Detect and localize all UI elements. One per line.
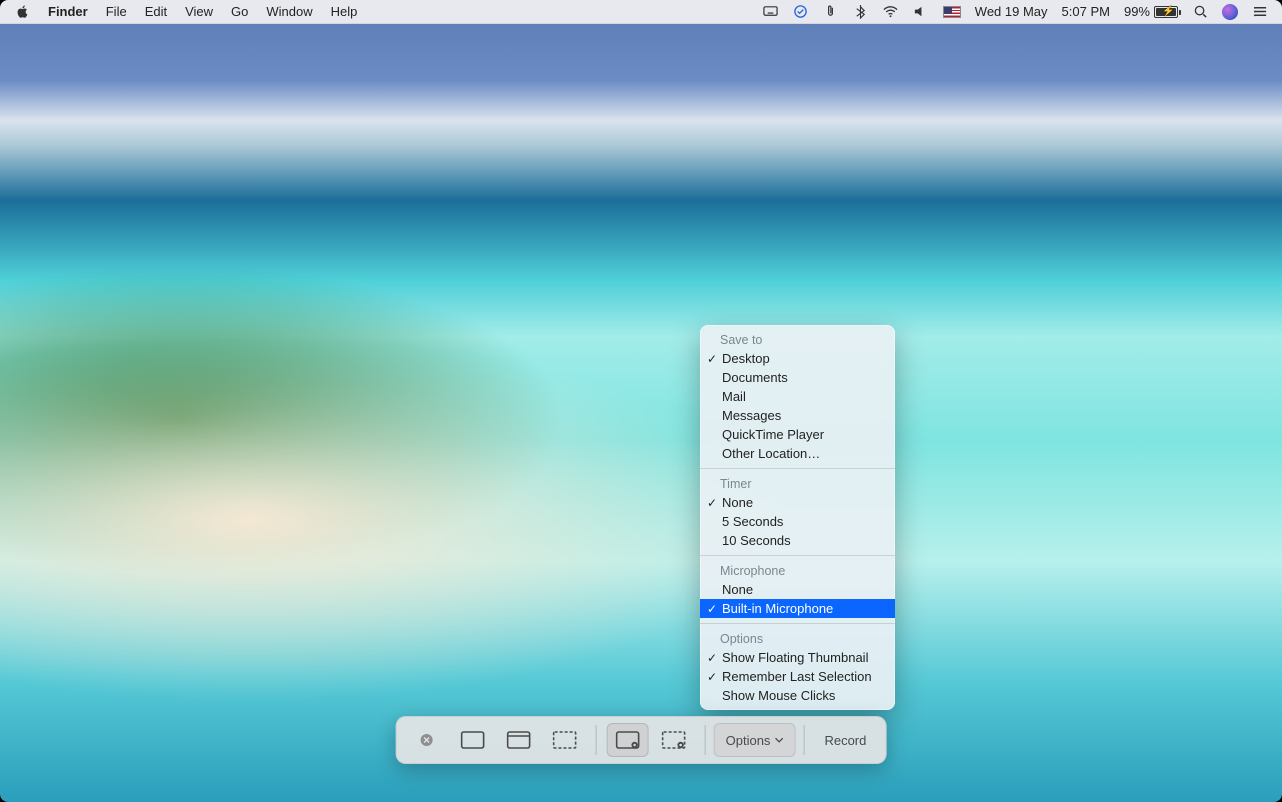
menu-item[interactable]: 10 Seconds — [700, 531, 895, 550]
menu-section-label: Timer — [700, 474, 895, 493]
options-button-label: Options — [726, 733, 771, 748]
app-name[interactable]: Finder — [48, 4, 88, 19]
menu-item[interactable]: ✓ Show Floating Thumbnail — [700, 648, 895, 667]
menu-item[interactable]: ✓ Remember Last Selection — [700, 667, 895, 686]
wifi-icon[interactable] — [883, 4, 899, 20]
menu-item[interactable]: QuickTime Player — [700, 425, 895, 444]
menu-item-label: Show Mouse Clicks — [722, 688, 835, 703]
record-selection-button[interactable] — [653, 723, 695, 757]
menu-file[interactable]: File — [106, 4, 127, 19]
menu-view[interactable]: View — [185, 4, 213, 19]
battery-status[interactable]: 99% ⚡ — [1124, 4, 1178, 19]
menu-item[interactable]: Documents — [700, 368, 895, 387]
menubar-date[interactable]: Wed 19 May — [975, 4, 1048, 19]
menu-item[interactable]: ✓ Desktop — [700, 349, 895, 368]
menu-item-label: None — [722, 495, 753, 510]
menu-section-label: Save to — [700, 330, 895, 349]
checkmark-icon: ✓ — [707, 670, 717, 684]
menu-item-label: Desktop — [722, 351, 770, 366]
menu-item-label: Built-in Microphone — [722, 601, 833, 616]
siri-icon[interactable] — [1222, 4, 1238, 20]
menu-item-label: 10 Seconds — [722, 533, 791, 548]
attachment-icon[interactable] — [823, 4, 839, 20]
capture-selection-button[interactable] — [544, 723, 586, 757]
checkmark-icon: ✓ — [707, 352, 717, 366]
notification-center-icon[interactable] — [1252, 4, 1268, 20]
menu-section-label: Microphone — [700, 561, 895, 580]
menu-item[interactable]: 5 Seconds — [700, 512, 895, 531]
menu-item-label: QuickTime Player — [722, 427, 824, 442]
menu-edit[interactable]: Edit — [145, 4, 167, 19]
menu-item-label: None — [722, 582, 753, 597]
menu-item[interactable]: Mail — [700, 387, 895, 406]
menubar: Finder File Edit View Go Window Help Wed… — [0, 0, 1282, 24]
battery-percent: 99% — [1124, 4, 1150, 19]
menu-item-label: Other Location… — [722, 446, 820, 461]
spotlight-icon[interactable] — [1192, 4, 1208, 20]
menu-item[interactable]: ✓ Built-in Microphone — [700, 599, 895, 618]
menu-divider — [700, 623, 895, 624]
sync-icon[interactable] — [793, 4, 809, 20]
battery-icon: ⚡ — [1154, 6, 1178, 18]
menu-item[interactable]: Show Mouse Clicks — [700, 686, 895, 705]
menu-go[interactable]: Go — [231, 4, 248, 19]
menu-item-label: Remember Last Selection — [722, 669, 872, 684]
menu-item-label: Show Floating Thumbnail — [722, 650, 868, 665]
menu-item[interactable]: Messages — [700, 406, 895, 425]
checkmark-icon: ✓ — [707, 602, 717, 616]
menu-item[interactable]: Other Location… — [700, 444, 895, 463]
capture-window-button[interactable] — [498, 723, 540, 757]
record-button-label: Record — [824, 733, 866, 748]
checkmark-icon: ✓ — [707, 496, 717, 510]
toolbar-separator — [705, 725, 706, 755]
menu-item-label: Messages — [722, 408, 781, 423]
menubar-time[interactable]: 5:07 PM — [1062, 4, 1110, 19]
input-source-flag-icon[interactable] — [943, 6, 961, 18]
apple-logo-icon[interactable] — [14, 4, 30, 20]
options-menu: Save to ✓ Desktop Documents Mail Messages Quic… — [700, 325, 895, 710]
keyboard-brightness-icon[interactable] — [763, 4, 779, 20]
menu-item[interactable]: ✓ None — [700, 493, 895, 512]
bluetooth-icon[interactable] — [853, 4, 869, 20]
menu-item-label: Mail — [722, 389, 746, 404]
menu-window[interactable]: Window — [266, 4, 312, 19]
capture-entire-screen-button[interactable] — [452, 723, 494, 757]
menu-help[interactable]: Help — [331, 4, 358, 19]
options-button[interactable]: Options — [714, 723, 796, 757]
record-button[interactable]: Record — [812, 723, 878, 757]
menu-item-label: 5 Seconds — [722, 514, 783, 529]
desktop: Finder File Edit View Go Window Help Wed… — [0, 0, 1282, 802]
menu-divider — [700, 555, 895, 556]
menu-divider — [700, 468, 895, 469]
toolbar-separator — [803, 725, 804, 755]
checkmark-icon: ✓ — [707, 651, 717, 665]
volume-icon[interactable] — [913, 4, 929, 20]
menu-section-label: Options — [700, 629, 895, 648]
toolbar-separator — [596, 725, 597, 755]
menu-item-label: Documents — [722, 370, 788, 385]
close-button[interactable] — [406, 723, 448, 757]
screenshot-toolbar: Options Record — [396, 716, 887, 764]
record-entire-screen-button[interactable] — [607, 723, 649, 757]
menu-item[interactable]: None — [700, 580, 895, 599]
